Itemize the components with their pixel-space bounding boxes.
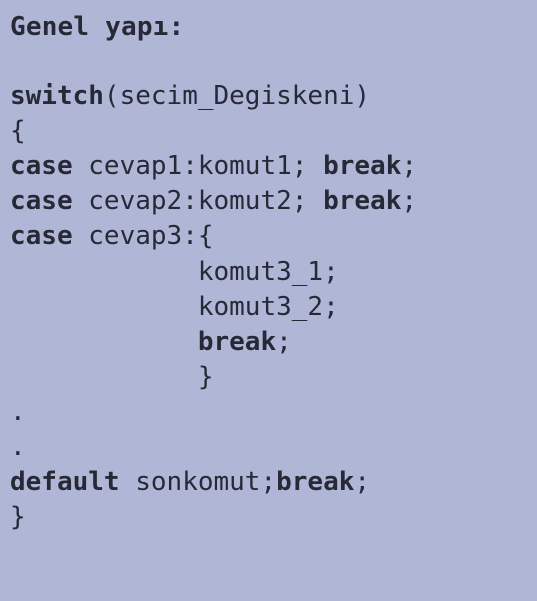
semi-2: ; [401, 186, 417, 216]
case3-close: } [198, 362, 214, 392]
paren-close: ) [354, 81, 370, 111]
indent [10, 362, 198, 392]
kw-case-3: case [10, 221, 73, 251]
case3-line1: komut3_1; [198, 257, 339, 287]
kw-switch: switch [10, 81, 104, 111]
kw-break-2: break [323, 186, 401, 216]
code-block: switch(secim_Degiskeni) { case cevap1:ko… [10, 79, 527, 535]
brace-close: } [10, 502, 26, 532]
ellipsis-dot-1: . [10, 397, 26, 427]
document-page: Genel yapı: switch(secim_Degiskeni) { ca… [0, 0, 537, 545]
kw-case-1: case [10, 151, 73, 181]
section-heading: Genel yapı: [10, 10, 527, 45]
case2-body: cevap2:komut2; [73, 186, 323, 216]
switch-variable: secim_Degiskeni [120, 81, 355, 111]
kw-break-4: break [276, 467, 354, 497]
indent [10, 327, 198, 357]
case3-header: cevap3:{ [73, 221, 214, 251]
indent [10, 257, 198, 287]
kw-break-3: break [198, 327, 276, 357]
case3-line2: komut3_2; [198, 292, 339, 322]
brace-open: { [10, 116, 26, 146]
semi-1: ; [401, 151, 417, 181]
kw-break-1: break [323, 151, 401, 181]
case1-body: cevap1:komut1; [73, 151, 323, 181]
ellipsis-dot-2: . [10, 432, 26, 462]
kw-default: default [10, 467, 120, 497]
indent [10, 292, 198, 322]
semi-4: ; [354, 467, 370, 497]
paren-open: ( [104, 81, 120, 111]
default-body: sonkomut; [120, 467, 277, 497]
kw-case-2: case [10, 186, 73, 216]
semi-3: ; [276, 327, 292, 357]
